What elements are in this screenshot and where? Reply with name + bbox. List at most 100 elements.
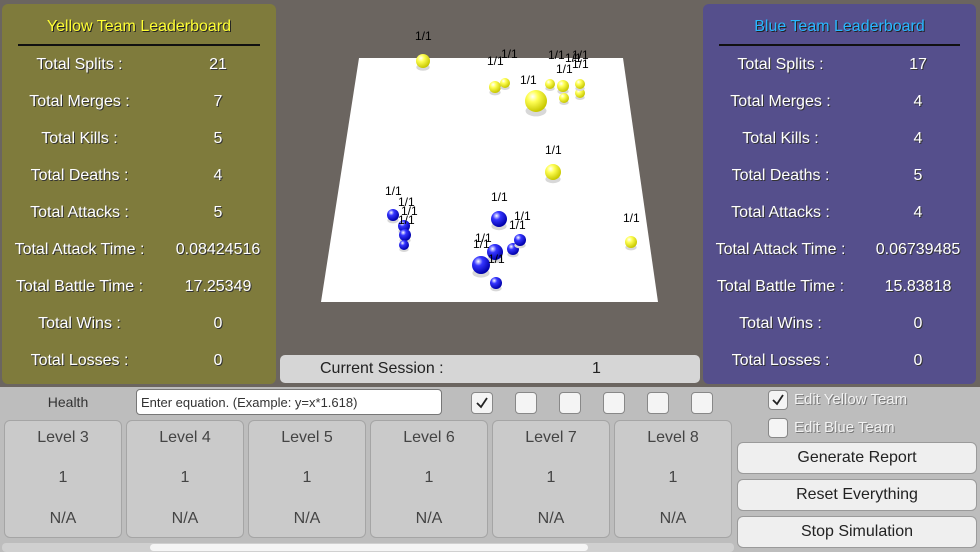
unit-sphere xyxy=(491,211,507,227)
stat-label: Total Attack Time : xyxy=(715,241,846,258)
unit-sphere xyxy=(399,229,411,241)
stat-label: Total Merges : xyxy=(730,93,831,110)
stat-label: Total Merges : xyxy=(29,93,130,110)
unit-health-label: 1/1 xyxy=(501,47,518,61)
stat-value: 17.25349 xyxy=(184,278,252,295)
stat-label: Total Kills : xyxy=(41,130,118,147)
unit-sphere xyxy=(545,79,555,89)
level-name: Level 3 xyxy=(37,429,89,446)
unit-sphere xyxy=(525,90,547,112)
divider xyxy=(719,44,960,46)
stat-total-merges: Total Merges : 7 xyxy=(2,93,276,117)
level-checkbox-6[interactable] xyxy=(691,392,713,414)
checkbox[interactable] xyxy=(768,390,788,410)
level-checkbox-4[interactable] xyxy=(603,392,625,414)
unit-sphere xyxy=(557,80,569,92)
stat-total-splits: Total Splits : 17 xyxy=(703,56,976,80)
stat-label: Total Splits : xyxy=(737,56,824,73)
stat-value: 5 xyxy=(213,204,223,221)
unit-health-label: 1/1 xyxy=(556,62,573,76)
stat-label: Total Battle Time : xyxy=(716,278,845,295)
level-status: N/A xyxy=(49,510,77,527)
stat-value: 0.08424516 xyxy=(175,241,261,258)
stat-total-kills: Total Kills : 4 xyxy=(703,130,976,154)
stat-label: Total Wins : xyxy=(739,315,822,332)
level-name: Level 4 xyxy=(159,429,211,446)
level-value: 1 xyxy=(302,469,312,486)
scrollbar-thumb[interactable] xyxy=(150,544,588,551)
unit-sphere xyxy=(399,240,409,250)
level-value: 1 xyxy=(180,469,190,486)
unit-sphere xyxy=(625,236,637,248)
unit-sphere xyxy=(500,78,510,88)
stat-value: 0 xyxy=(213,315,223,332)
yellow-team-leaderboard: Yellow Team Leaderboard Total Splits : 21… xyxy=(2,4,276,384)
stat-value: 7 xyxy=(213,93,223,110)
control-panel: Health Level 3 1 N/A Level 4 1 N/A Level 5 1 N… xyxy=(0,387,980,552)
stat-total-deaths: Total Deaths : 4 xyxy=(2,167,276,191)
edit-blue-team-toggle[interactable]: Edit Blue Team xyxy=(768,417,968,441)
stat-value: 5 xyxy=(213,130,223,147)
level-status: N/A xyxy=(293,510,321,527)
level-value: 1 xyxy=(546,469,556,486)
checkmark-icon xyxy=(476,397,488,409)
stat-total-splits: Total Splits : 21 xyxy=(2,56,276,80)
level-checkbox-5[interactable] xyxy=(647,392,669,414)
stat-total-attacks: Total Attacks : 5 xyxy=(2,204,276,228)
unit-sphere xyxy=(489,81,501,93)
level-checkbox-1[interactable] xyxy=(471,392,493,414)
checkmark-icon xyxy=(772,394,784,406)
stat-label: Total Attack Time : xyxy=(14,241,145,258)
stat-value: 4 xyxy=(213,167,223,184)
yellow-leaderboard-title: Yellow Team Leaderboard xyxy=(46,18,232,35)
level-card-5[interactable]: Level 5 1 N/A xyxy=(248,420,366,538)
level-checkbox-3[interactable] xyxy=(559,392,581,414)
unit-health-label: 1/1 xyxy=(548,48,565,62)
unit-sphere xyxy=(490,277,502,289)
reset-everything-button[interactable]: Reset Everything xyxy=(737,479,977,511)
current-session-bar: Current Session : 1 xyxy=(280,355,700,383)
level-card-7[interactable]: Level 7 1 N/A xyxy=(492,420,610,538)
level-card-8[interactable]: Level 8 1 N/A xyxy=(614,420,732,538)
checkbox[interactable] xyxy=(768,418,788,438)
stat-total-wins: Total Wins : 0 xyxy=(2,315,276,339)
stat-label: Total Deaths : xyxy=(731,167,830,184)
level-status: N/A xyxy=(537,510,565,527)
stat-label: Total Attacks : xyxy=(731,204,830,221)
stat-total-wins: Total Wins : 0 xyxy=(703,315,976,339)
unit-sphere xyxy=(575,79,585,89)
stat-value: 0 xyxy=(213,352,223,369)
unit-health-label: 1/1 xyxy=(572,48,589,62)
unit-health-label: 1/1 xyxy=(623,211,640,225)
stat-label: Total Splits : xyxy=(36,56,123,73)
level-name: Level 5 xyxy=(281,429,333,446)
stat-value: 0.06739485 xyxy=(875,241,961,258)
session-label: Current Session : xyxy=(320,360,444,377)
level-checkbox-2[interactable] xyxy=(515,392,537,414)
level-card-4[interactable]: Level 4 1 N/A xyxy=(126,420,244,538)
unit-health-label: 1/1 xyxy=(415,29,432,43)
stat-label: Total Battle Time : xyxy=(15,278,144,295)
horizontal-scrollbar[interactable] xyxy=(2,543,734,552)
level-name: Level 8 xyxy=(647,429,699,446)
level-card-6[interactable]: Level 6 1 N/A xyxy=(370,420,488,538)
stat-value: 21 xyxy=(209,56,227,73)
level-status: N/A xyxy=(171,510,199,527)
unit-health-label: 1/1 xyxy=(514,209,531,223)
level-card-3[interactable]: Level 3 1 N/A xyxy=(4,420,122,538)
unit-health-label: 1/1 xyxy=(520,73,537,87)
equation-input[interactable] xyxy=(136,389,442,415)
stop-simulation-button[interactable]: Stop Simulation xyxy=(737,516,977,548)
stat-total-losses: Total Losses : 0 xyxy=(2,352,276,376)
edit-yellow-team-toggle[interactable]: Edit Yellow Team xyxy=(768,389,968,413)
level-name: Level 7 xyxy=(525,429,577,446)
level-status: N/A xyxy=(659,510,687,527)
battle-arena-view[interactable]: 1/1 1/1 1/1 1/1 1/1 1/1 1/1 1/1 1/1 1/1 1/1 1/1 1/1 1… xyxy=(280,4,700,352)
unit-health-label: 1/1 xyxy=(545,143,562,157)
unit-sphere xyxy=(514,234,526,246)
stat-total-attack-time: Total Attack Time : 0.08424516 xyxy=(2,241,276,265)
stat-total-attacks: Total Attacks : 4 xyxy=(703,204,976,228)
generate-report-button[interactable]: Generate Report xyxy=(737,442,977,474)
stat-label: Total Losses : xyxy=(731,352,830,369)
unit-sphere xyxy=(559,93,569,103)
